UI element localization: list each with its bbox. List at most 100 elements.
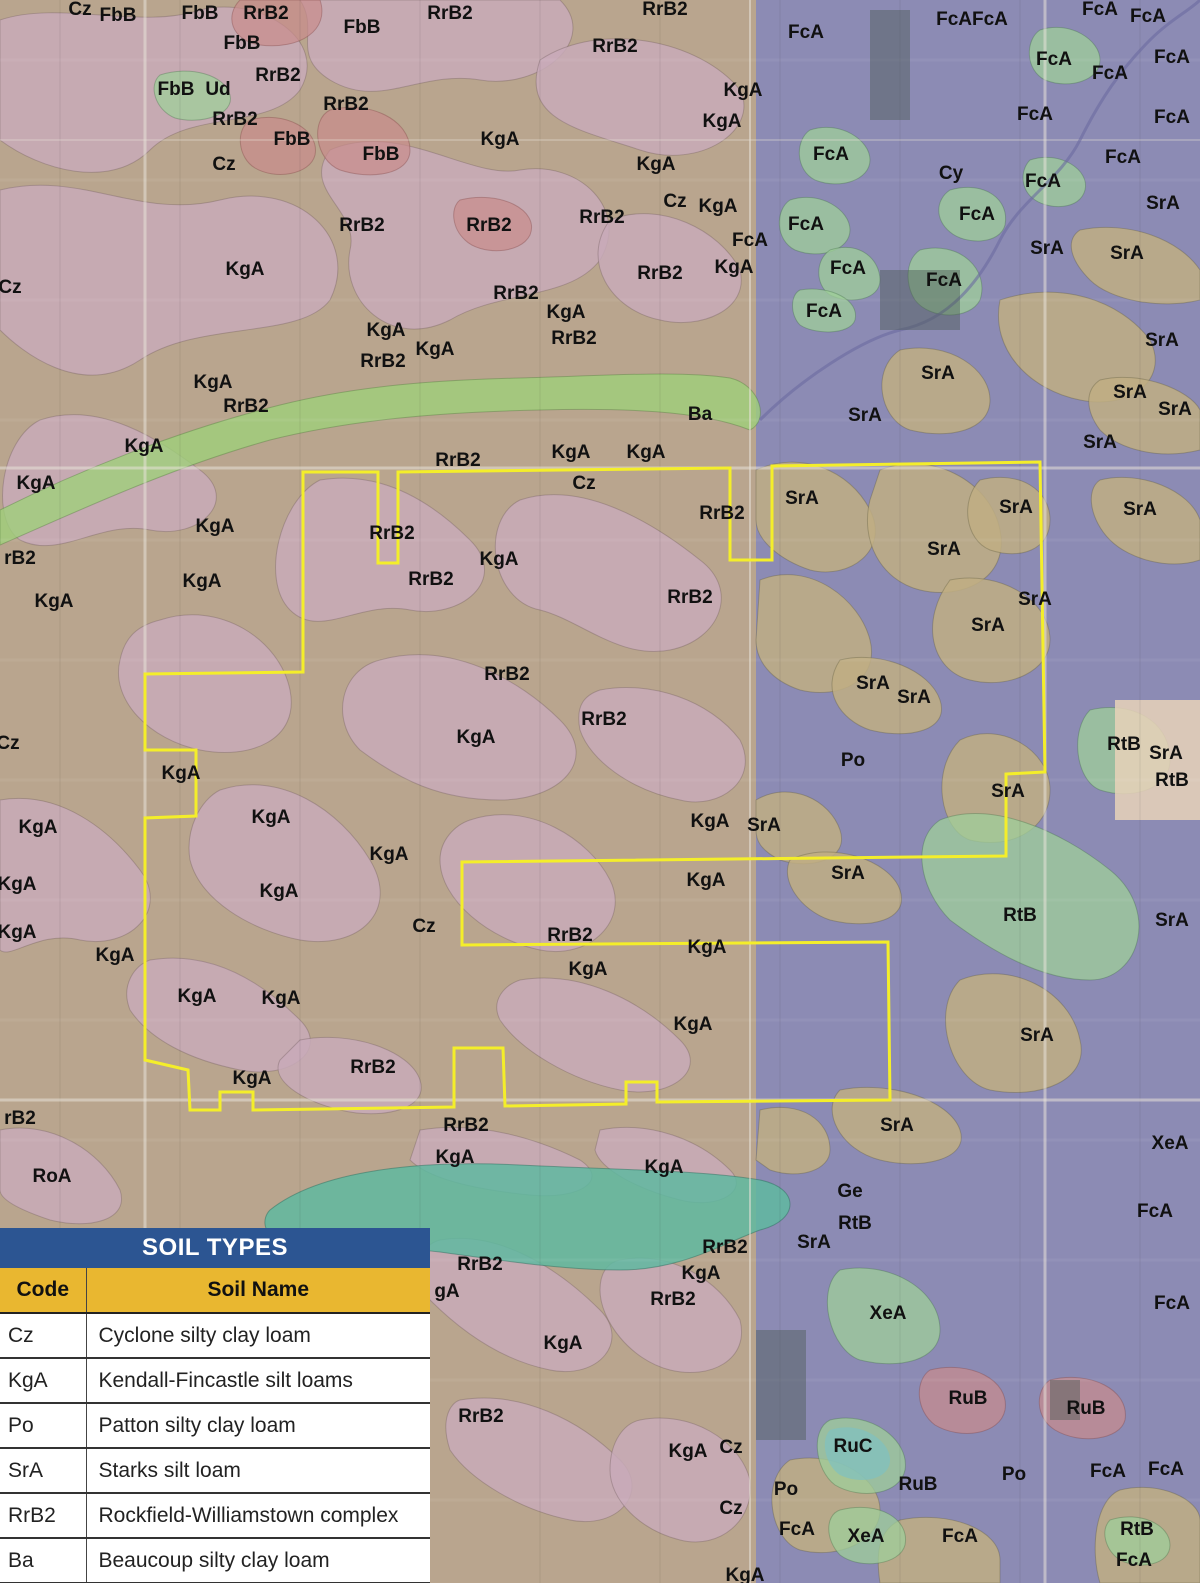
soil-label: Ud xyxy=(205,79,230,100)
soil-label: KgA xyxy=(626,442,665,463)
soil-label: RuB xyxy=(948,1388,987,1409)
soil-label: FbB xyxy=(344,17,381,38)
soil-label: RrB2 xyxy=(223,396,268,417)
soil-label: KgA xyxy=(480,129,519,150)
legend-header-row: Code Soil Name xyxy=(0,1268,430,1314)
soil-label: RrB2 xyxy=(427,3,472,24)
legend-code: SrA xyxy=(0,1448,87,1494)
soil-label: KgA xyxy=(161,763,200,784)
soil-label: Cz xyxy=(0,277,22,298)
soil-label: KgA xyxy=(479,549,518,570)
soil-label: KgA xyxy=(193,372,232,393)
legend-table: Code Soil Name Cz Cyclone silty clay loa… xyxy=(0,1268,430,1583)
soil-label: RtB xyxy=(1003,905,1037,926)
soil-label: XeA xyxy=(848,1526,885,1547)
soil-label: Cz xyxy=(212,154,235,175)
legend-soil-name: Kendall-Fincastle silt loams xyxy=(86,1358,430,1404)
soil-label: RrB2 xyxy=(255,65,300,86)
soil-label: FcA xyxy=(1090,1461,1126,1482)
soil-label: FcA xyxy=(1148,1459,1184,1480)
soil-label: Cz xyxy=(663,191,686,212)
soil-label: SrA xyxy=(1030,238,1064,259)
soil-label: RrB2 xyxy=(339,215,384,236)
soil-label: RrB2 xyxy=(360,351,405,372)
soil-label: rB2 xyxy=(4,548,36,569)
soil-label: RtB xyxy=(1155,770,1189,791)
soil-label: FbB xyxy=(274,129,311,150)
soil-label: KgA xyxy=(546,302,585,323)
soil-label: FcA xyxy=(788,214,824,235)
legend-header-code: Code xyxy=(0,1268,87,1314)
soil-label: RrB2 xyxy=(637,263,682,284)
soil-label: SrA xyxy=(848,405,882,426)
legend-code: KgA xyxy=(0,1358,87,1404)
soil-label: Ge xyxy=(837,1181,862,1202)
soil-label: RrB2 xyxy=(323,94,368,115)
soil-label: KgA xyxy=(723,80,762,101)
soil-label: FbB xyxy=(100,5,137,26)
soil-label: KgA xyxy=(673,1014,712,1035)
soil-label: RrB2 xyxy=(699,503,744,524)
soil-label: KgA xyxy=(687,937,726,958)
soil-label: FcA xyxy=(1082,0,1118,20)
legend-row: Po Patton silty clay loam xyxy=(0,1403,430,1449)
soil-label: KgA xyxy=(182,571,221,592)
soil-label: SrA xyxy=(921,363,955,384)
legend-soil-name: Beaucoup silty clay loam xyxy=(86,1538,430,1583)
soil-label: SrA xyxy=(1158,399,1192,420)
soil-label: KgA xyxy=(0,922,37,943)
soil-label: KgA xyxy=(195,516,234,537)
soil-label: KgA xyxy=(681,1263,720,1284)
soil-label: FcAFcA xyxy=(936,9,1008,30)
legend-code: Cz xyxy=(0,1313,87,1359)
soil-label: FcA xyxy=(806,301,842,322)
soil-label: FbB xyxy=(182,3,219,24)
soil-label: SrA xyxy=(1110,243,1144,264)
soil-label: Cz xyxy=(0,733,20,754)
soil-label: SrA xyxy=(1113,382,1147,403)
soil-label: RrB2 xyxy=(650,1289,695,1310)
legend-soil-name: Patton silty clay loam xyxy=(86,1403,430,1449)
soil-label: KgA xyxy=(668,1441,707,1462)
soil-label: RrB2 xyxy=(547,925,592,946)
soil-label: KgA xyxy=(34,591,73,612)
soil-label: KgA xyxy=(551,442,590,463)
soil-label: FcA xyxy=(926,270,962,291)
soil-label: RrB2 xyxy=(466,215,511,236)
soil-label: KgA xyxy=(124,436,163,457)
soil-label: FbB xyxy=(158,79,195,100)
soil-label: Po xyxy=(841,750,865,771)
legend-row: Ba Beaucoup silty clay loam xyxy=(0,1538,430,1583)
soil-label: KgA xyxy=(177,986,216,1007)
soil-label: RrB2 xyxy=(212,109,257,130)
soil-label: KgA xyxy=(725,1565,764,1583)
soil-label: Cz xyxy=(412,916,435,937)
legend-row: SrA Starks silt loam xyxy=(0,1448,430,1494)
soil-label: FcA xyxy=(942,1526,978,1547)
soil-label: FcA xyxy=(1137,1201,1173,1222)
soil-label: Cz xyxy=(68,0,91,20)
soil-label: Cz xyxy=(572,473,595,494)
soil-label: SrA xyxy=(747,815,781,836)
soil-label: RuB xyxy=(898,1474,937,1495)
soil-label: RrB2 xyxy=(350,1057,395,1078)
legend-code: Ba xyxy=(0,1538,87,1583)
soil-label: SrA xyxy=(1018,589,1052,610)
soil-label: SrA xyxy=(785,488,819,509)
soil-label: RrB2 xyxy=(484,664,529,685)
soil-label: KgA xyxy=(95,945,134,966)
soil-label: RrB2 xyxy=(435,450,480,471)
soil-label: SrA xyxy=(1145,330,1179,351)
soil-label: FcA xyxy=(1105,147,1141,168)
soil-label: FcA xyxy=(959,204,995,225)
soil-label: RrB2 xyxy=(443,1115,488,1136)
soil-label: RtB xyxy=(1107,734,1141,755)
soil-label: KgA xyxy=(698,196,737,217)
legend-soil-name: Starks silt loam xyxy=(86,1448,430,1494)
soil-label: SrA xyxy=(991,781,1025,802)
soil-label: rB2 xyxy=(4,1108,36,1129)
soil-label: RrB2 xyxy=(243,3,288,24)
soil-label: KgA xyxy=(251,807,290,828)
soil-label: KgA xyxy=(18,817,57,838)
legend-row: Cz Cyclone silty clay loam xyxy=(0,1313,430,1359)
